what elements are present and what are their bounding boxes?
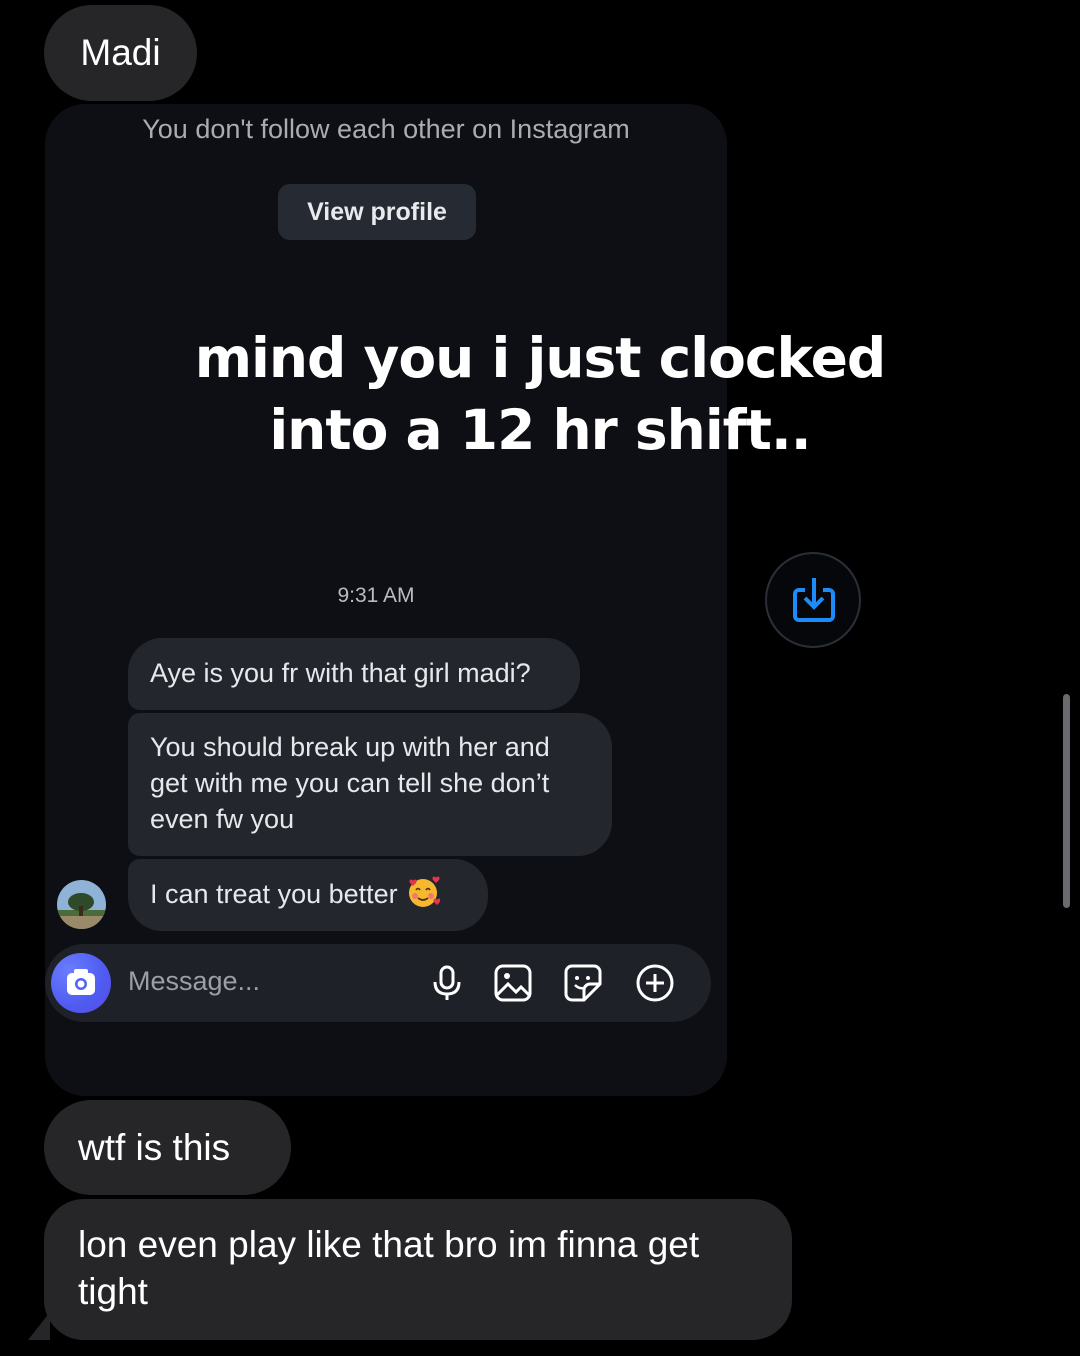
smiling-face-with-hearts-icon (408, 876, 440, 907)
download-icon (793, 578, 835, 622)
message-input[interactable]: Message... (128, 966, 260, 997)
follow-status-note: You don't follow each other on Instagram (142, 114, 630, 144)
plus-icon[interactable] (635, 963, 675, 1003)
sender-name-bubble[interactable]: Madi (44, 5, 197, 101)
message-timestamp: 9:31 AM (337, 584, 415, 607)
received-message[interactable]: Aye is you fr with that girl madi? (128, 638, 580, 710)
caption-line: into a 12 hr shift.. (269, 398, 811, 462)
sticker-icon[interactable] (563, 963, 603, 1003)
view-profile-button[interactable]: View profile (278, 184, 476, 240)
microphone-icon[interactable] (427, 963, 467, 1003)
received-message[interactable]: lon even play like that bro im finna get… (44, 1199, 792, 1340)
avatar[interactable] (57, 880, 106, 929)
gallery-icon[interactable] (493, 963, 533, 1003)
overlay-caption: mind you i just clocked into a 12 hr shi… (0, 322, 1080, 466)
bubble-tail (28, 1312, 50, 1340)
received-message[interactable]: I can treat you better (128, 859, 488, 931)
received-message[interactable]: You should break up with her and get wit… (128, 713, 612, 856)
camera-button[interactable] (51, 953, 111, 1013)
camera-icon (67, 969, 95, 995)
scrollbar[interactable] (1063, 694, 1070, 908)
caption-line: mind you i just clocked (194, 326, 887, 390)
chat-screen: Madi You don't follow each other on Inst… (0, 0, 1080, 1356)
message-text: I can treat you better (150, 879, 398, 909)
received-message[interactable]: wtf is this (44, 1100, 291, 1195)
shared-screenshot-card[interactable]: You don't follow each other on Instagram… (45, 104, 727, 1096)
avatar-image (57, 880, 106, 929)
message-composer: Message... (45, 944, 711, 1022)
save-media-button[interactable] (765, 552, 861, 648)
